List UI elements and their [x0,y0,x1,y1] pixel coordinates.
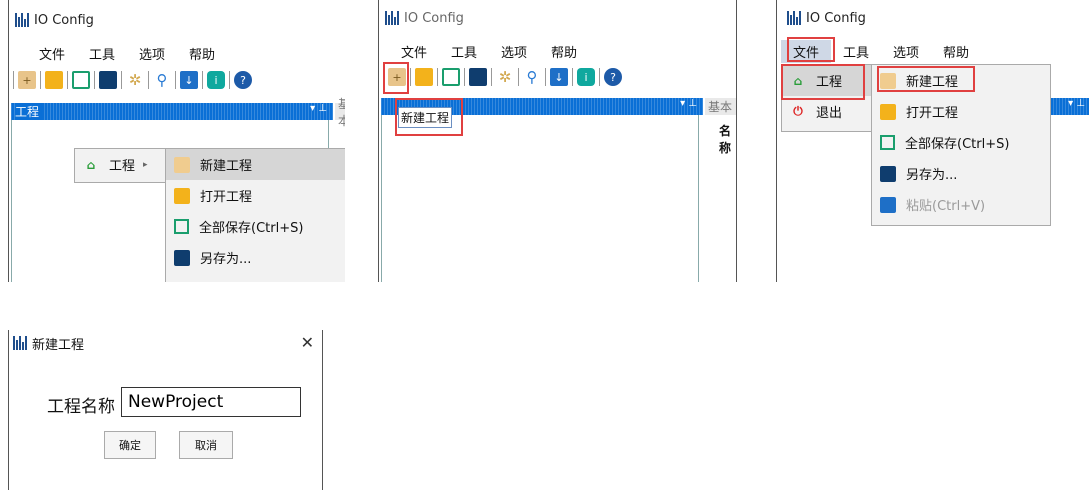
config-gear-icon[interactable]: ✲ [496,68,514,86]
open-folder-icon[interactable] [45,71,63,89]
config-gear-icon[interactable]: ✲ [126,71,144,89]
save-as-icon [880,165,896,182]
app-logo-icon [13,336,27,350]
toolbar: + ✲ ⚲ ↓ i ? [13,69,252,91]
search-icon[interactable]: ⚲ [153,71,171,89]
new-project-icon[interactable]: + [18,71,36,89]
menu-item-save-all[interactable]: 全部保存(Ctrl+S) [166,211,345,242]
info-icon[interactable]: i [207,71,225,89]
menu-item-project[interactable]: ⌂ 工程 ▸ [75,149,169,180]
open-folder-icon [174,187,190,204]
cancel-button[interactable]: 取消 [179,431,233,459]
pin-icon[interactable]: ▾ ⊥ [1068,98,1085,109]
menu-item-save-as[interactable]: 另存为... [166,242,345,273]
power-icon: ⏻ [793,104,803,118]
menu-tools[interactable]: 工具 [831,40,881,63]
dialog-title: 新建工程 [32,337,85,353]
help-icon[interactable]: ? [234,71,252,89]
pin-icon[interactable]: ▾ ⊥ [310,103,327,114]
app-logo-icon [385,11,399,25]
menu-bar: 文件 工具 选项 帮助 [389,40,589,63]
save-as-icon[interactable] [469,68,487,86]
menu-tools[interactable]: 工具 [439,40,489,63]
menu-item-new-project[interactable]: 新建工程 [166,149,345,180]
menu-bar: 文件 工具 选项 帮助 [27,42,227,65]
panel-toolbar-new: IO Config 文件 工具 选项 帮助 + ✲ ⚲ ↓ i ? ▾ ⊥ 基本… [378,0,737,282]
close-icon[interactable]: ✕ [301,333,314,352]
menu-item-exit[interactable]: ⏻ 退出 [782,96,878,127]
menu-item-open-project[interactable]: 打开工程 [166,180,345,211]
home-icon: ⌂ [86,157,96,172]
app-logo-icon [787,11,801,25]
app-title: IO Config [806,10,866,26]
menu-item-save-all[interactable]: 全部保存(Ctrl+S) [872,127,1050,158]
tab-project[interactable]: 工程 ▾ ⊥ [11,103,333,120]
highlight-project-item [781,64,865,100]
toolbar: + ✲ ⚲ ↓ i ? [383,66,622,88]
save-as-icon[interactable] [99,71,117,89]
paste-icon [880,196,896,213]
save-all-icon[interactable] [442,68,460,86]
project-name-label: 工程名称 [47,397,115,417]
title-bar: IO Config [787,6,866,30]
search-icon[interactable]: ⚲ [523,68,541,86]
app-title: IO Config [404,10,464,26]
menu-file[interactable]: 文件 [389,40,439,63]
highlight-tree-item [395,98,463,136]
menu-help[interactable]: 帮助 [177,42,227,65]
save-as-icon [174,249,190,266]
highlight-new-button [383,62,409,94]
project-submenu: 新建工程 打开工程 全部保存(Ctrl+S) 另存为... [165,148,345,282]
highlight-new-project-item [877,66,975,92]
open-folder-icon [880,103,896,120]
highlight-file-menu [787,37,835,62]
chevron-right-icon: ▸ [143,159,148,170]
panel-context-menu: IO Config 文件 工具 选项 帮助 + ✲ ⚲ ↓ i ? 工程 ▾ ⊥… [8,0,345,282]
new-project-icon [174,156,190,173]
new-project-dialog: 新建工程 ✕ 工程名称 确定 取消 [8,330,323,490]
info-icon[interactable]: i [577,68,595,86]
help-icon[interactable]: ? [604,68,622,86]
ok-button[interactable]: 确定 [104,431,156,459]
app-logo-icon [15,13,29,27]
menu-item-paste[interactable]: 粘贴(Ctrl+V) [872,189,1050,220]
context-menu: ⌂ 工程 ▸ [74,148,170,183]
menu-help[interactable]: 帮助 [539,40,589,63]
column-header-name: 名称 [719,124,732,155]
title-bar: IO Config [15,8,94,32]
app-title: IO Config [34,12,94,28]
download-icon[interactable]: ↓ [550,68,568,86]
panel-file-menu: IO Config 文件 工具 选项 帮助 ▾ ⊥ ⌂ 工程 ⏻ 退出 新建工程… [776,0,1089,282]
title-bar: IO Config [385,6,464,30]
download-icon[interactable]: ↓ [180,71,198,89]
project-name-input[interactable] [121,387,301,417]
menu-options[interactable]: 选项 [127,42,177,65]
dialog-title-bar: 新建工程 [9,330,322,356]
open-folder-icon[interactable] [415,68,433,86]
pin-icon[interactable]: ▾ ⊥ [680,98,697,109]
save-all-icon[interactable] [72,71,90,89]
project-tree: 新建工程 [381,107,699,282]
tab-basic[interactable]: 基本 [335,97,345,128]
menu-help[interactable]: 帮助 [931,40,981,63]
save-all-icon [174,219,189,234]
tab-basic[interactable]: 基本 [705,98,736,115]
menu-file[interactable]: 文件 [27,42,77,65]
menu-tools[interactable]: 工具 [77,42,127,65]
menu-item-open-project[interactable]: 打开工程 [872,96,1050,127]
menu-options[interactable]: 选项 [489,40,539,63]
menu-options[interactable]: 选项 [881,40,931,63]
menu-item-save-as[interactable]: 另存为... [872,158,1050,189]
save-all-icon [880,135,895,150]
